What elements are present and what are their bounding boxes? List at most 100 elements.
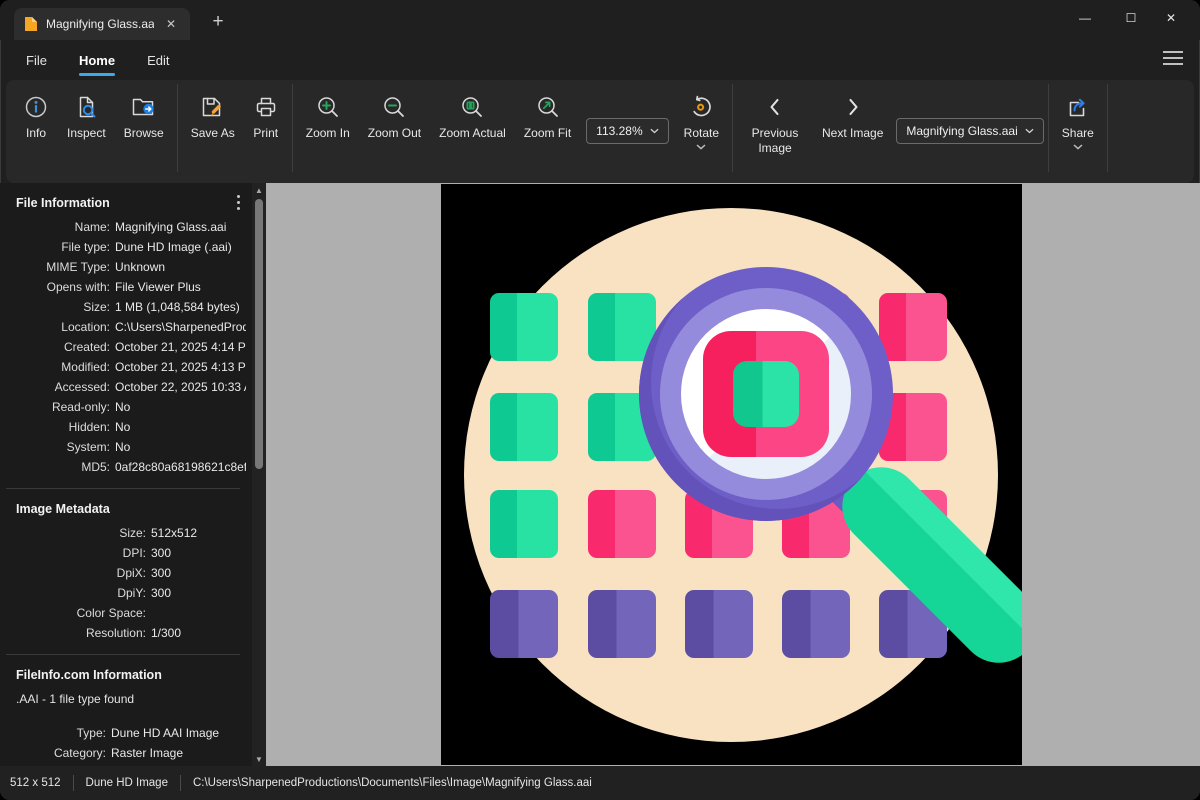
status-file-path: C:\Users\SharpenedProductions\Documents\… (193, 777, 592, 789)
next-image-button[interactable]: Next Image (813, 80, 892, 141)
share-button[interactable]: Share (1053, 80, 1103, 150)
sidebar-scrollbar[interactable]: ▲ ▼ (252, 183, 266, 766)
info-sidebar: File Information Name: Magnifying Glass.… (0, 183, 266, 766)
zoom-actual-icon (459, 93, 485, 121)
menu-file[interactable]: File (14, 45, 59, 76)
inspect-button[interactable]: Inspect (58, 80, 115, 141)
info-button[interactable]: Info (14, 80, 58, 141)
artwork-grid-square (588, 590, 656, 658)
share-icon (1064, 93, 1091, 121)
save-as-icon (199, 93, 226, 121)
section-title: FileInfo.com Information (16, 668, 246, 682)
status-dimensions: 512 x 512 (10, 777, 61, 789)
tab-title: Magnifying Glass.aai (46, 17, 154, 31)
image-metadata-section: Image Metadata Size: 512x512 DPI: 300 (0, 489, 250, 647)
previous-image-button[interactable]: Previous Image (737, 80, 813, 156)
toolbar-separator (177, 84, 178, 172)
metadata-row: DpiX: 300 (16, 563, 246, 583)
status-bar: 512 x 512 Dune HD Image C:\Users\Sharpen… (0, 766, 1200, 800)
file-selector-dropdown[interactable]: Magnifying Glass.aai (896, 118, 1043, 144)
toolbar-separator (732, 84, 733, 172)
artwork-magnified-green-square (733, 361, 799, 427)
chevron-left-icon (763, 93, 787, 121)
scroll-up-icon[interactable]: ▲ (252, 183, 266, 197)
artwork-grid-square (782, 590, 850, 658)
file-info-row: Read-only: No (16, 397, 246, 417)
artwork-grid-square (490, 293, 558, 361)
file-info-row: MD5: 0af28c80a68198621c8efef7... (16, 457, 246, 477)
chevron-down-icon (650, 128, 659, 134)
print-button[interactable]: Print (244, 80, 288, 141)
sidebar-more-options-icon[interactable] (237, 195, 240, 210)
artwork-grid-square (588, 490, 656, 558)
tab-close-icon[interactable]: ✕ (162, 15, 180, 33)
fileinfo-subtitle: .AAI - 1 file type found (16, 689, 246, 709)
file-information-section: File Information Name: Magnifying Glass.… (0, 183, 250, 481)
chevron-down-icon (1025, 128, 1034, 134)
toolbar-separator (1048, 84, 1049, 172)
menu-bar: File Home Edit (0, 40, 1200, 80)
metadata-row: Resolution: 1/300 (16, 623, 246, 643)
zoom-in-button[interactable]: Zoom In (297, 80, 359, 141)
document-tab[interactable]: Magnifying Glass.aai ✕ (14, 8, 190, 40)
artwork-grid-square (490, 590, 558, 658)
scroll-down-icon[interactable]: ▼ (252, 752, 266, 766)
scrollbar-thumb[interactable] (255, 199, 263, 469)
close-button[interactable]: ✕ (1148, 0, 1194, 36)
zoom-out-icon (381, 93, 407, 121)
file-info-row: Name: Magnifying Glass.aai (16, 217, 246, 237)
print-icon (253, 93, 279, 121)
file-icon (24, 16, 38, 32)
artwork-grid-square (490, 490, 558, 558)
minimize-button[interactable]: — (1062, 0, 1108, 36)
status-separator (180, 775, 181, 791)
ribbon-toolbar: Info Inspect B (6, 80, 1194, 183)
inspect-icon (73, 93, 99, 121)
save-as-button[interactable]: Save As (182, 80, 244, 141)
zoom-actual-button[interactable]: Zoom Actual (430, 80, 515, 141)
zoom-in-icon (315, 93, 341, 121)
image-artwork (441, 184, 1022, 765)
menu-home[interactable]: Home (67, 45, 127, 76)
file-info-row: Size: 1 MB (1,048,584 bytes) (16, 297, 246, 317)
file-info-row: Location: C:\Users\SharpenedProdu... (16, 317, 246, 337)
zoom-fit-button[interactable]: Zoom Fit (515, 80, 580, 141)
new-tab-button[interactable]: + (206, 10, 230, 34)
chevron-down-icon (696, 144, 706, 150)
rotate-button[interactable]: Rotate (675, 80, 728, 150)
status-separator (73, 775, 74, 791)
artwork-grid-square (879, 293, 947, 361)
file-info-row: Hidden: No (16, 417, 246, 437)
rotate-icon (688, 93, 714, 121)
file-info-row: Modified: October 21, 2025 4:13 PM (16, 357, 246, 377)
chevron-right-icon (841, 93, 865, 121)
viewer-canvas[interactable] (266, 183, 1200, 766)
section-title: File Information (16, 196, 246, 210)
metadata-row: DPI: 300 (16, 543, 246, 563)
artwork-grid-square (490, 393, 558, 461)
fileinfo-section: FileInfo.com Information .AAI - 1 file t… (0, 655, 250, 766)
fileinfo-row: Category: Raster Image (16, 743, 246, 763)
hamburger-menu-icon[interactable] (1162, 50, 1184, 66)
toolbar-separator (1107, 84, 1108, 172)
info-icon (23, 93, 49, 121)
metadata-row: DpiY: 300 (16, 583, 246, 603)
artwork-grid-square (685, 590, 753, 658)
status-format: Dune HD Image (86, 777, 168, 789)
file-info-row: File type: Dune HD Image (.aai) (16, 237, 246, 257)
zoom-fit-icon (535, 93, 561, 121)
browse-button[interactable]: Browse (115, 80, 173, 141)
toolbar-separator (292, 84, 293, 172)
metadata-row: Color Space: (16, 603, 246, 623)
file-info-row: Accessed: October 22, 2025 10:33 AM (16, 377, 246, 397)
metadata-row: Size: 512x512 (16, 523, 246, 543)
zoom-out-button[interactable]: Zoom Out (359, 80, 430, 141)
file-info-row: System: No (16, 437, 246, 457)
menu-edit[interactable]: Edit (135, 45, 181, 76)
fileinfo-row: Type: Dune HD AAI Image (16, 723, 246, 743)
title-bar: Magnifying Glass.aai ✕ + — ☐ ✕ (0, 0, 1200, 40)
zoom-level-dropdown[interactable]: 113.28% (586, 118, 668, 144)
chevron-down-icon (1073, 144, 1083, 150)
app-window: Magnifying Glass.aai ✕ + — ☐ ✕ File Home… (0, 0, 1200, 800)
file-info-row: Opens with: File Viewer Plus (16, 277, 246, 297)
